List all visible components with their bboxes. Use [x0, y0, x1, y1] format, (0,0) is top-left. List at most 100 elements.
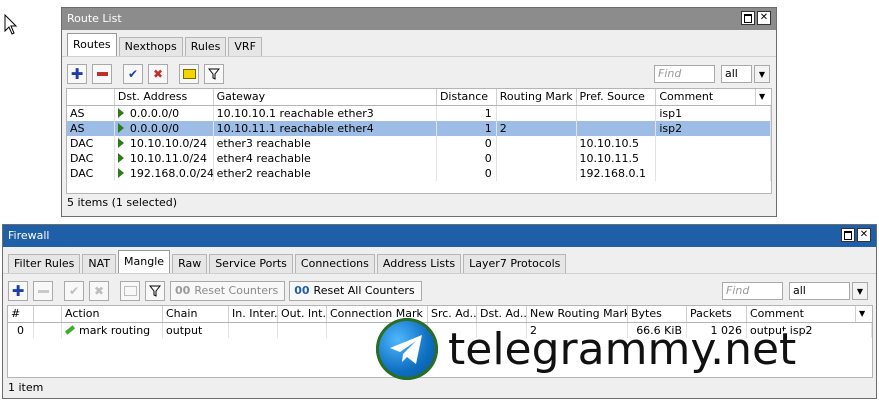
tab-rules[interactable]: Rules: [184, 37, 227, 56]
minus-icon: [37, 289, 49, 293]
row-pref: [577, 106, 657, 121]
tab-mangle[interactable]: Mangle: [118, 250, 171, 273]
tab-connections[interactable]: Connections: [294, 254, 375, 273]
close-button[interactable]: ✕: [757, 11, 771, 25]
comment-icon: [123, 286, 137, 296]
route-tabs: Routes Nexthops Rules VRF: [62, 30, 776, 56]
restore-button[interactable]: [741, 11, 755, 25]
row-comment: [656, 151, 771, 166]
row-dst-text: 10.10.10.0/24: [129, 137, 208, 150]
row-action: mark routing: [62, 323, 163, 338]
find-input[interactable]: Find: [654, 65, 715, 83]
row-flags: DAC: [67, 166, 115, 181]
row-comment: isp2: [656, 121, 771, 136]
row-comment: isp1: [656, 106, 771, 121]
tab-service-ports[interactable]: Service Ports: [209, 254, 293, 273]
comment-button[interactable]: [120, 281, 140, 301]
tab-routes[interactable]: Routes: [67, 33, 117, 56]
route-status-bar: 5 items (1 selected): [67, 196, 178, 209]
reset-all-counters-button[interactable]: 00 Reset All Counters: [289, 281, 422, 301]
remove-button[interactable]: [92, 64, 112, 84]
enable-button[interactable]: ✔: [64, 281, 84, 301]
col-comment[interactable]: Comment: [656, 89, 757, 105]
col-chain[interactable]: Chain: [163, 306, 229, 322]
table-row[interactable]: DAC 192.168.0.0/24 ether2 reachable 0 19…: [67, 166, 771, 181]
reset-counters-label: Reset Counters: [194, 284, 279, 297]
watermark-text: telegrammy.net: [448, 323, 797, 375]
firewall-tabs: Filter Rules NAT Mangle Raw Service Port…: [3, 247, 876, 273]
row-dst: 10.10.11.0/24: [115, 151, 214, 166]
restore-icon: [744, 13, 752, 23]
row-pref: 10.10.11.5: [577, 151, 657, 166]
row-dst-text: 10.10.11.0/24: [129, 152, 208, 165]
reset-icon: 00: [175, 284, 191, 297]
tab-filter-rules[interactable]: Filter Rules: [8, 254, 81, 273]
table-row[interactable]: DAC 10.10.10.0/24 ether3 reachable 0 10.…: [67, 136, 771, 151]
row-flags: AS: [67, 106, 115, 121]
comment-icon: [182, 69, 196, 79]
enable-button[interactable]: ✔: [123, 64, 143, 84]
columns-menu-icon[interactable]: ▼: [756, 89, 771, 105]
tab-layer7-protocols[interactable]: Layer7 Protocols: [463, 254, 567, 273]
row-dst: 10.10.10.0/24: [115, 136, 214, 151]
row-mark: 2: [497, 121, 577, 136]
route-active-icon: [117, 168, 124, 178]
row-pref: 192.168.0.1: [577, 166, 657, 181]
filter-button[interactable]: [145, 281, 165, 301]
firewall-toolbar: ✚ ✔ ✖ 00 Reset Counters 00 Reset All Cou…: [3, 273, 876, 302]
tab-vrf[interactable]: VRF: [228, 37, 262, 56]
remove-button[interactable]: [33, 281, 53, 301]
row-mark: [497, 136, 577, 151]
mouse-cursor-icon: [4, 14, 18, 35]
reset-all-icon: 00: [294, 284, 310, 297]
row-flags: DAC: [67, 151, 115, 166]
row-dst-text: 0.0.0.0/0: [129, 107, 180, 120]
tab-nexthops[interactable]: Nexthops: [118, 37, 183, 56]
close-icon: ✕: [859, 229, 869, 240]
col-dst-address[interactable]: Dst. Address: [115, 89, 214, 105]
col-action[interactable]: Action: [62, 306, 163, 322]
row-number: 0: [8, 323, 34, 338]
table-row[interactable]: DAC 10.10.11.0/24 ether4 reachable 0 10.…: [67, 151, 771, 166]
route-list-titlebar[interactable]: Route List ✕: [62, 8, 776, 30]
route-list-title: Route List: [67, 12, 122, 25]
col-flags[interactable]: [34, 306, 62, 322]
tab-raw[interactable]: Raw: [172, 254, 208, 273]
col-pref-source[interactable]: Pref. Source: [577, 89, 657, 105]
table-row[interactable]: AS 0.0.0.0/0 10.10.10.1 reachable ether3…: [67, 106, 771, 121]
tab-nat[interactable]: NAT: [82, 254, 117, 273]
add-button[interactable]: ✚: [67, 64, 87, 84]
close-button[interactable]: ✕: [857, 228, 871, 242]
comment-button[interactable]: [179, 64, 199, 84]
restore-button[interactable]: [841, 228, 855, 242]
col-number[interactable]: #: [8, 306, 34, 322]
col-distance[interactable]: Distance: [437, 89, 497, 105]
filter-dropdown-button[interactable]: ▼: [754, 65, 770, 83]
col-in-interface[interactable]: In. Inter...: [229, 306, 278, 322]
table-row-selected[interactable]: AS 0.0.0.0/0 10.10.11.1 reachable ether4…: [67, 121, 771, 136]
route-active-icon: [117, 108, 124, 118]
col-flags[interactable]: [67, 89, 115, 105]
columns-menu-icon[interactable]: ▼: [856, 306, 872, 322]
disable-button[interactable]: ✖: [148, 64, 168, 84]
reset-counters-button[interactable]: 00 Reset Counters: [170, 281, 286, 301]
add-button[interactable]: ✚: [8, 281, 28, 301]
row-gateway: ether4 reachable: [214, 151, 437, 166]
filter-button[interactable]: [204, 64, 224, 84]
disable-button[interactable]: ✖: [89, 281, 109, 301]
col-routing-mark[interactable]: Routing Mark: [497, 89, 577, 105]
filter-dropdown-button[interactable]: ▼: [852, 282, 868, 300]
row-mark: [497, 166, 577, 181]
filter-select[interactable]: all: [789, 282, 850, 300]
row-comment: [656, 136, 771, 151]
row-flags: AS: [67, 121, 115, 136]
find-input[interactable]: Find: [722, 282, 783, 300]
tab-address-lists[interactable]: Address Lists: [376, 254, 462, 273]
col-out-interface[interactable]: Out. Int...: [278, 306, 327, 322]
minus-icon: [96, 72, 108, 76]
col-gateway[interactable]: Gateway: [214, 89, 437, 105]
route-table-header: Dst. Address Gateway Distance Routing Ma…: [67, 89, 771, 106]
filter-select[interactable]: all: [721, 65, 752, 83]
row-pref: 10.10.10.5: [577, 136, 657, 151]
firewall-titlebar[interactable]: Firewall ✕: [3, 225, 876, 247]
